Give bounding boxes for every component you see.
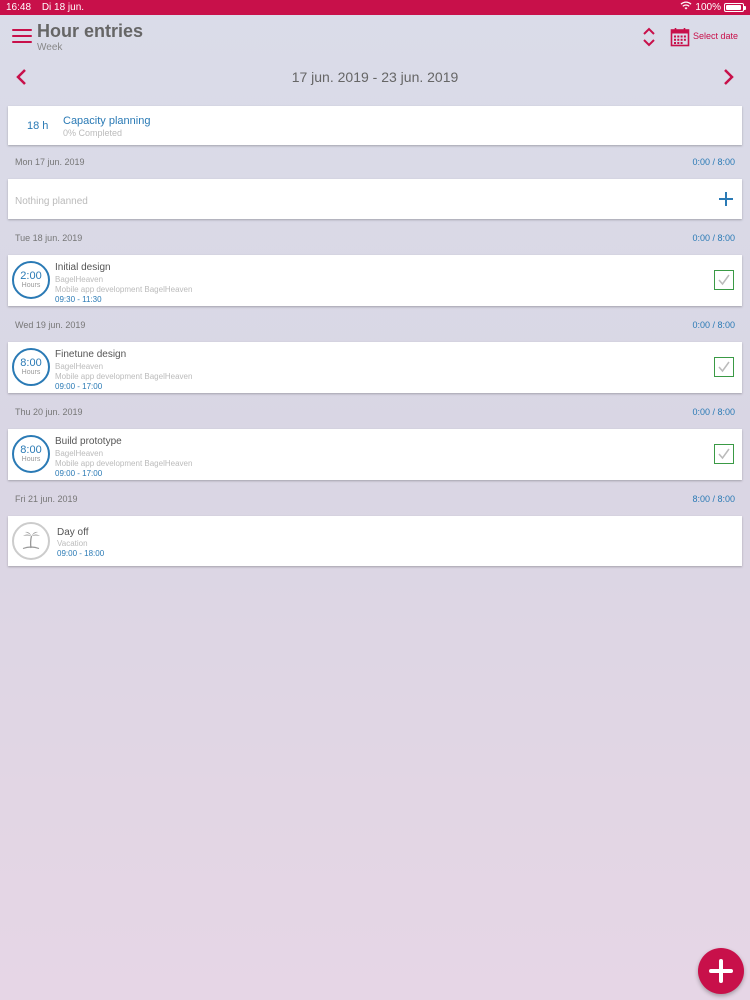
- week-range: 17 jun. 2019 - 23 jun. 2019: [291, 69, 459, 85]
- duration-ring: 2:00 Hours: [12, 261, 50, 299]
- duration-unit: Hours: [21, 369, 41, 376]
- entry-project: Mobile app development BagelHeaven: [55, 372, 193, 381]
- battery-level: [726, 5, 741, 10]
- day-date: Wed 19 jun. 2019: [15, 320, 86, 330]
- duration-unit: Hours: [21, 282, 41, 289]
- page-title: Hour entries: [37, 21, 144, 41]
- entry-time: 09:30 - 11:30: [55, 295, 102, 304]
- day-off-card[interactable]: Day off Vacation 09:00 - 18:00: [8, 516, 742, 566]
- duration-value: 8:00: [20, 444, 42, 456]
- entry-title: Day off: [57, 527, 89, 538]
- entry-project: Mobile app development BagelHeaven: [55, 285, 193, 294]
- day-total: 8:00 / 8:00: [692, 494, 735, 504]
- entry-client: BagelHeaven: [55, 449, 104, 458]
- select-date-button[interactable]: Select date: [693, 31, 738, 41]
- day-total: 0:00 / 8:00: [692, 233, 735, 243]
- day-header-wed: Wed 19 jun. 2019 0:00 / 8:00: [8, 310, 742, 340]
- status-time: 16:48: [6, 2, 32, 13]
- hamburger-menu-icon[interactable]: [12, 29, 32, 45]
- status-date: Di 18 jun.: [41, 2, 85, 13]
- chevron-right-icon[interactable]: [718, 66, 738, 88]
- capacity-hours: 18 h: [27, 120, 49, 132]
- hour-entry-card[interactable]: 8:00 Hours Build prototype BagelHeaven M…: [8, 429, 742, 480]
- add-entry-plus-icon[interactable]: [719, 192, 733, 206]
- add-hour-entry-button[interactable]: [698, 948, 744, 994]
- entry-subtitle: Vacation: [57, 539, 88, 548]
- palm-tree-icon: [12, 522, 50, 560]
- entry-project: Mobile app development BagelHeaven: [55, 459, 193, 468]
- entry-time: 09:00 - 17:00: [55, 469, 103, 478]
- day-header-tue: Tue 18 jun. 2019 0:00 / 8:00: [8, 223, 742, 253]
- sort-up-down-icon[interactable]: [640, 25, 658, 49]
- day-total: 0:00 / 8:00: [692, 407, 735, 417]
- day-date: Fri 21 jun. 2019: [15, 494, 78, 504]
- status-bar: 16:48 Di 18 jun. 100%: [0, 0, 750, 15]
- battery-icon: [724, 3, 746, 12]
- duration-value: 8:00: [20, 357, 42, 369]
- day-total: 0:00 / 8:00: [692, 157, 735, 167]
- day-date: Thu 20 jun. 2019: [15, 407, 83, 417]
- entry-title: Build prototype: [55, 436, 122, 447]
- battery-percent: 100%: [695, 2, 721, 13]
- capacity-title: Capacity planning: [63, 115, 151, 127]
- checkbox-checked-icon[interactable]: [714, 444, 734, 464]
- duration-value: 2:00: [20, 270, 42, 282]
- entry-client: BagelHeaven: [55, 275, 104, 284]
- empty-day-card: Nothing planned: [8, 179, 742, 219]
- page-subtitle: Week: [37, 42, 63, 53]
- day-header-mon: Mon 17 jun. 2019 0:00 / 8:00: [8, 147, 742, 177]
- app-header: Hour entries Week Select date: [0, 15, 750, 60]
- duration-ring: 8:00 Hours: [12, 435, 50, 473]
- duration-ring: 8:00 Hours: [12, 348, 50, 386]
- day-total: 0:00 / 8:00: [692, 320, 735, 330]
- hour-entry-card[interactable]: 8:00 Hours Finetune design BagelHeaven M…: [8, 342, 742, 393]
- checkbox-checked-icon[interactable]: [714, 270, 734, 290]
- entry-time: 09:00 - 18:00: [57, 549, 105, 558]
- day-date: Tue 18 jun. 2019: [15, 233, 83, 243]
- wifi-icon: [680, 0, 692, 15]
- week-navigation: 17 jun. 2019 - 23 jun. 2019: [0, 60, 750, 94]
- day-header-thu: Thu 20 jun. 2019 0:00 / 8:00: [8, 397, 742, 427]
- entry-time: 09:00 - 17:00: [55, 382, 103, 391]
- checkbox-checked-icon[interactable]: [714, 357, 734, 377]
- nothing-planned-text: Nothing planned: [15, 196, 88, 207]
- hour-entry-card[interactable]: 2:00 Hours Initial design BagelHeaven Mo…: [8, 255, 742, 306]
- entry-client: BagelHeaven: [55, 362, 104, 371]
- entry-title: Initial design: [55, 262, 111, 273]
- day-header-fri: Fri 21 jun. 2019 8:00 / 8:00: [8, 484, 742, 514]
- day-date: Mon 17 jun. 2019: [15, 157, 85, 167]
- capacity-planning-card[interactable]: 18 h Capacity planning 0% Completed: [8, 106, 742, 145]
- entry-title: Finetune design: [55, 349, 127, 360]
- duration-unit: Hours: [21, 456, 41, 463]
- capacity-subtitle: 0% Completed: [63, 128, 123, 138]
- calendar-icon[interactable]: [670, 27, 690, 47]
